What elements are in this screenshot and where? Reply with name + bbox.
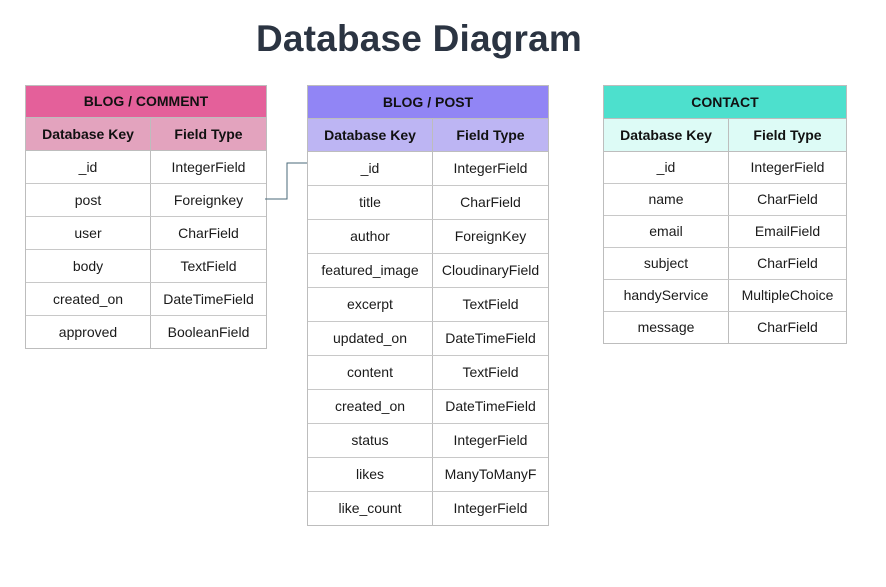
relationship-connector (265, 162, 307, 200)
foreign-key-line (265, 162, 307, 200)
